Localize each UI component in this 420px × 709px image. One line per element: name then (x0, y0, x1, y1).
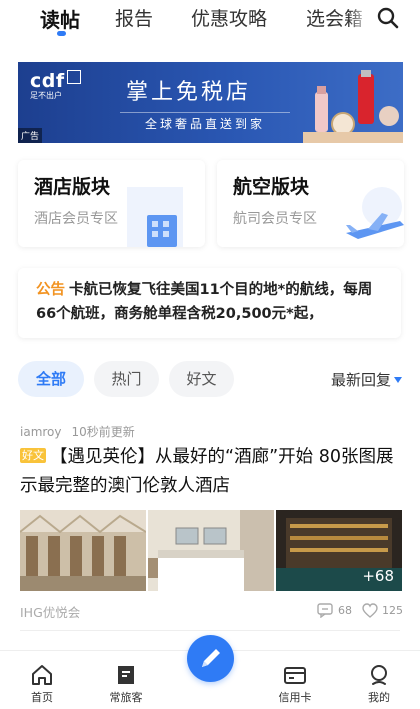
card-subtitle: 航司会员专区 (233, 211, 317, 227)
nav-profile[interactable]: 我的 (349, 663, 409, 705)
sort-dropdown[interactable]: 最新回复 (331, 369, 402, 390)
edit-pencil-icon (202, 649, 220, 667)
comment-count: 68 (338, 604, 352, 617)
nav-credit-card[interactable]: 信用卡 (265, 663, 325, 705)
bottom-navigation: 首页 常旅客 信用卡 我的 (0, 635, 420, 709)
filter-all[interactable]: 全部 (18, 361, 84, 397)
banner-title: 掌上免税店 (126, 80, 252, 105)
luxury-products-image (303, 70, 403, 143)
post-title-text: 【遇见英伦】从最好的“酒廊”开始 80张图展示最完整的澳门伦敦人酒店 (20, 447, 394, 496)
chevron-down-icon (394, 377, 402, 383)
announcement-tag: 公告 (36, 282, 65, 298)
announcement-text: 卡航已恢复飞往美国11个目的地*的航线，每周66个航班，商务舱单程含税20,50… (36, 282, 373, 322)
good-article-badge: 好文 (20, 448, 46, 463)
post-meta: iamroy 10秒前更新 (20, 423, 135, 440)
post-time: 10秒前更新 (71, 425, 135, 439)
profile-icon (371, 665, 387, 685)
post-image-2[interactable] (148, 510, 274, 591)
nav-label: 首页 (31, 691, 53, 704)
nav-frequent-flyer[interactable]: 常旅客 (96, 663, 156, 705)
filter-hot[interactable]: 热门 (94, 361, 159, 397)
post-source-forum[interactable]: IHG优悦会 (20, 602, 80, 621)
active-tab-indicator (57, 31, 66, 36)
hotel-building-icon (127, 187, 183, 247)
tab-reports[interactable]: 报告 (115, 4, 153, 31)
airplane-icon (346, 187, 404, 239)
hotel-section-card[interactable]: 酒店版块 酒店会员专区 (18, 160, 205, 247)
banner-brand-logo: cdf 足不出户 (30, 70, 81, 101)
post-divider (20, 630, 400, 631)
credit-card-icon (284, 667, 306, 684)
tab-deals[interactable]: 优惠攻略 (191, 4, 267, 31)
nav-label: 我的 (368, 691, 390, 704)
post-image-3[interactable]: +68 (276, 510, 402, 591)
like-count: 125 (382, 604, 403, 617)
ad-tag: 广告 (18, 128, 43, 143)
sort-label: 最新回复 (330, 371, 391, 389)
banner-subtitle: 全球奢品直送到家 (120, 112, 290, 132)
tab-fade-overlay (348, 0, 370, 34)
post-title[interactable]: 好文 【遇见英伦】从最好的“酒廊”开始 80张图展示最完整的澳门伦敦人酒店 (20, 443, 405, 501)
nav-label: 信用卡 (278, 691, 312, 704)
post-image-1[interactable] (20, 510, 146, 591)
banner-ad[interactable]: cdf 足不出户 掌上免税店 全球奢品直送到家 广告 (18, 62, 403, 143)
nav-home[interactable]: 首页 (12, 663, 72, 705)
filter-good-articles[interactable]: 好文 (169, 361, 234, 397)
airline-section-card[interactable]: 航空版块 航司会员专区 (217, 160, 404, 247)
card-subtitle: 酒店会员专区 (34, 211, 118, 227)
card-title: 酒店版块 (34, 176, 111, 198)
search-icon[interactable] (376, 6, 400, 30)
post-username[interactable]: iamroy (20, 425, 62, 439)
home-icon (32, 665, 52, 685)
tab-read-posts[interactable]: 读帖 (40, 4, 80, 33)
nav-label: 常旅客 (109, 691, 143, 704)
bookmark-card-icon (118, 666, 134, 684)
announcement-card[interactable]: 公告 卡航已恢复飞往美国11个目的地*的航线，每周66个航班，商务舱单程含税20,… (18, 268, 401, 338)
like-heart-icon[interactable] (362, 603, 378, 618)
compose-post-button[interactable] (187, 635, 234, 682)
top-tab-bar: 读帖 报告 优惠攻略 选会籍 (0, 0, 420, 44)
extra-images-count: +68 (362, 567, 394, 585)
card-title: 航空版块 (233, 176, 310, 198)
comment-icon (317, 603, 333, 618)
